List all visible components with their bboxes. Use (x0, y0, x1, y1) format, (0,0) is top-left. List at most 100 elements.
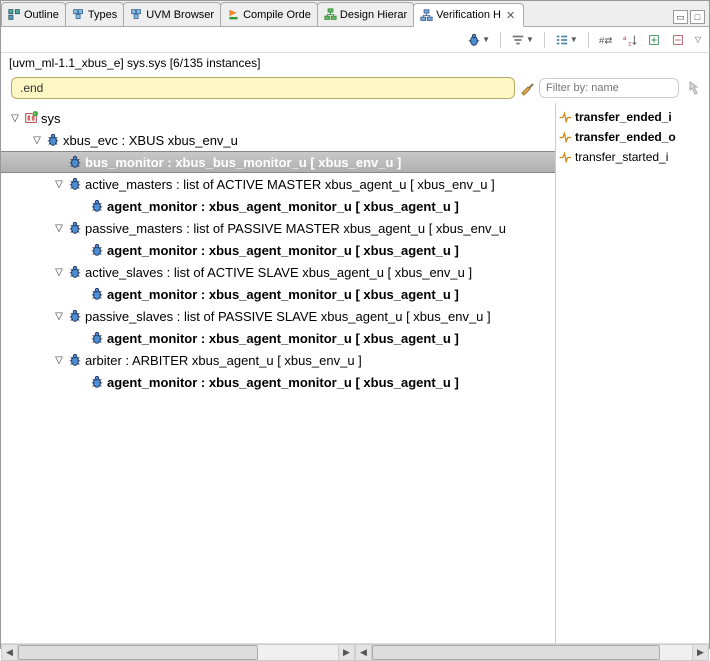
event-icon (558, 131, 571, 144)
sys-icon: + (24, 111, 38, 125)
tree-hscroll[interactable]: ◀ ▶ (1, 644, 355, 661)
unit-icon (90, 199, 104, 213)
tree-row[interactable]: ▽ passive_masters : list of PASSIVE MASTE… (1, 217, 555, 239)
toolbar: ▼ ▼ ▼ #⇄ az ▽ (1, 27, 709, 53)
main-area: ▽+sys▽xbus_evc : XBUS xbus_env_ubus_moni… (1, 103, 709, 643)
toolbar-expand-button[interactable] (647, 33, 661, 47)
tree-label: arbiter : ARBITER xbus_agent_u [ xbus_en… (85, 353, 362, 368)
tree-twisty[interactable]: ▽ (53, 223, 65, 234)
separator (544, 32, 545, 48)
tree-row[interactable]: ▽+sys (1, 107, 555, 129)
toolbar-bug-button[interactable]: ▼ (467, 33, 490, 47)
tab-compile-order[interactable]: Compile Orde (220, 2, 318, 26)
side-label: transfer_ended_i (575, 110, 672, 124)
tree-twisty[interactable]: ▽ (53, 355, 65, 366)
scroll-thumb[interactable] (18, 645, 258, 660)
types-icon (130, 8, 143, 21)
clear-search-icon[interactable] (519, 80, 535, 96)
scroll-left-button[interactable]: ◀ (2, 645, 18, 660)
tree-row[interactable]: agent_monitor : xbus_agent_monitor_u [ x… (1, 283, 555, 305)
tree-twisty[interactable]: ▽ (53, 311, 65, 322)
tab-verification-hierarchy[interactable]: Verification H ✕ (413, 3, 524, 27)
scroll-track[interactable] (18, 645, 338, 660)
tree-label: passive_slaves : list of PASSIVE SLAVE x… (85, 309, 491, 324)
toolbar-list-button[interactable]: ▼ (555, 33, 578, 47)
unit-icon (90, 375, 104, 389)
expand-all-icon (647, 33, 661, 47)
tab-outline[interactable]: Outline (1, 2, 66, 26)
tree-label: agent_monitor : xbus_agent_monitor_u [ x… (107, 243, 459, 258)
tree-row[interactable]: ▽ active_masters : list of ACTIVE MASTER … (1, 173, 555, 195)
tree-twisty[interactable]: ▽ (53, 267, 65, 278)
breadcrumb-text: [uvm_ml-1.1_xbus_e] sys.sys [6/135 insta… (9, 56, 260, 70)
tab-label: UVM Browser (146, 9, 214, 21)
filter-row (1, 73, 709, 103)
design-icon (324, 8, 337, 21)
types-icon (72, 8, 85, 21)
tree-row[interactable]: agent_monitor : xbus_agent_monitor_u [ x… (1, 371, 555, 393)
tree-row[interactable]: ▽ passive_slaves : list of PASSIVE SLAVE … (1, 305, 555, 327)
minimize-button[interactable]: ▭ (673, 10, 688, 24)
close-icon[interactable]: ✕ (504, 9, 517, 22)
tree-row[interactable]: agent_monitor : xbus_agent_monitor_u [ x… (1, 195, 555, 217)
tree-row[interactable]: ▽ arbiter : ARBITER xbus_agent_u [ xbus_e… (1, 349, 555, 371)
scroll-right-button[interactable]: ▶ (692, 645, 708, 660)
scroll-track[interactable] (372, 645, 692, 660)
toolbar-view-menu[interactable]: ▽ (695, 35, 701, 44)
tree-label: agent_monitor : xbus_agent_monitor_u [ x… (107, 287, 459, 302)
tree-row[interactable]: ▽ xbus_evc : XBUS xbus_env_u (1, 129, 555, 151)
unit-icon (68, 177, 82, 191)
toolbar-link-button[interactable]: #⇄ (599, 33, 613, 47)
tree-pane[interactable]: ▽+sys▽xbus_evc : XBUS xbus_env_ubus_moni… (1, 103, 556, 643)
unit-icon (68, 155, 82, 169)
outline-icon (8, 8, 21, 21)
search-input[interactable] (11, 77, 515, 99)
tree-label: agent_monitor : xbus_agent_monitor_u [ x… (107, 375, 459, 390)
tree-row[interactable]: bus_monitor : xbus_bus_monitor_u [ xbus_… (1, 151, 555, 173)
scroll-left-button[interactable]: ◀ (356, 645, 372, 660)
tab-label: Design Hierar (340, 9, 407, 21)
tree-label: passive_masters : list of PASSIVE MASTER… (85, 221, 506, 236)
side-item[interactable]: transfer_started_i (558, 147, 707, 167)
tree-label: active_masters : list of ACTIVE MASTER x… (85, 177, 495, 192)
maximize-button[interactable]: □ (690, 10, 705, 24)
tab-uvm-browser[interactable]: UVM Browser (123, 2, 221, 26)
tab-design-hierarchy[interactable]: Design Hierar (317, 2, 414, 26)
side-label: transfer_started_i (575, 150, 668, 164)
event-icon (558, 151, 571, 164)
tab-label: Compile Orde (243, 9, 311, 21)
tree-label: agent_monitor : xbus_agent_monitor_u [ x… (107, 199, 459, 214)
tab-label: Outline (24, 9, 59, 21)
unit-icon (90, 331, 104, 345)
unit-icon (68, 221, 82, 235)
tree-twisty[interactable]: ▽ (31, 135, 43, 146)
unit-icon (68, 265, 82, 279)
tree-twisty[interactable]: ▽ (53, 179, 65, 190)
scrollbar-row: ◀ ▶ ◀ ▶ (1, 643, 709, 661)
tree-row[interactable]: ▽ active_slaves : list of ACTIVE SLAVE xb… (1, 261, 555, 283)
unit-icon (68, 309, 82, 323)
filter-input[interactable] (539, 78, 679, 98)
tab-bar: Outline Types UVM Browser Compile Orde D… (1, 1, 709, 27)
side-item[interactable]: transfer_ended_o (558, 127, 707, 147)
side-hscroll[interactable]: ◀ ▶ (355, 644, 709, 661)
clear-filter-icon[interactable] (687, 80, 703, 96)
sort-az-icon: az (623, 33, 637, 47)
toolbar-filter-button[interactable]: ▼ (511, 33, 534, 47)
tree-row[interactable]: agent_monitor : xbus_agent_monitor_u [ x… (1, 327, 555, 349)
scroll-right-button[interactable]: ▶ (338, 645, 354, 660)
tree-row[interactable]: agent_monitor : xbus_agent_monitor_u [ x… (1, 239, 555, 261)
toolbar-sort-button[interactable]: az (623, 33, 637, 47)
tab-types[interactable]: Types (65, 2, 124, 26)
verification-icon (420, 9, 433, 22)
unit-icon (90, 287, 104, 301)
toolbar-collapse-button[interactable] (671, 33, 685, 47)
scroll-thumb[interactable] (372, 645, 660, 660)
tree-label: active_slaves : list of ACTIVE SLAVE xbu… (85, 265, 472, 280)
side-item[interactable]: transfer_ended_i (558, 107, 707, 127)
separator (588, 32, 589, 48)
tree-label: xbus_evc : XBUS xbus_env_u (63, 133, 238, 148)
tree-twisty[interactable]: ▽ (9, 113, 21, 124)
tab-label: Verification H (436, 9, 501, 21)
tree-label: sys (41, 111, 61, 126)
